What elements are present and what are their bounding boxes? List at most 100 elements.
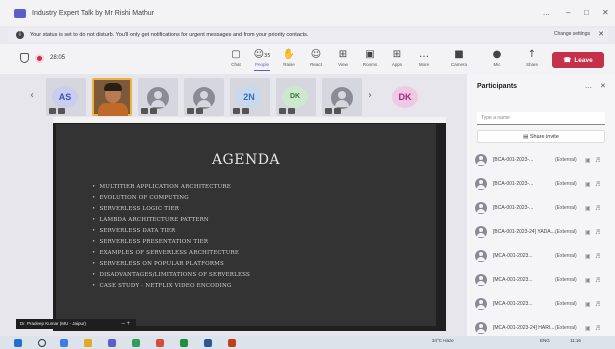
participant-tile[interactable]: AS [46, 78, 86, 116]
banner-close-button[interactable]: ✕ [598, 30, 604, 38]
share-invite-icon: ▤ [523, 134, 530, 140]
participant-row[interactable]: [MCA-001-2023... (External) ▣ ♬ [475, 246, 613, 266]
participant-tile[interactable]: 2N [230, 78, 270, 116]
share-invite-button[interactable]: ▤ Share invite [477, 130, 605, 143]
mic-off-icon: ♬ [595, 204, 601, 212]
shared-screen: AGENDA MULTITIER APPLICATION ARCHITECTUR… [53, 117, 446, 331]
window-maximize-button[interactable]: □ [584, 8, 589, 17]
meeting-timer: 28:05 [50, 55, 66, 61]
dnd-banner: i Your status is set to do not disturb. … [8, 28, 608, 42]
participant-strip: ‹ AS 2N DK › DK [30, 76, 430, 118]
mic-off-icon: ♬ [595, 228, 601, 236]
participant-row[interactable]: [BCA-001-2023-... (External) ▣ ♬ [475, 198, 613, 218]
react-button[interactable]: ☺ React [304, 48, 328, 67]
rooms-button[interactable]: ▣ Rooms [358, 48, 382, 67]
window-minimize-button[interactable]: – [566, 8, 570, 17]
participant-tile[interactable] [138, 78, 178, 116]
camera-off-icon: ▣ [585, 300, 591, 308]
window-more-button[interactable]: ... [543, 8, 550, 17]
agenda-item: DISADVANTAGES/LIMITATIONS OF SERVERLESS [92, 270, 250, 281]
teams-logo-icon [14, 8, 26, 18]
taskbar-app-icon[interactable] [228, 339, 236, 347]
phone-icon: ☎ [563, 57, 572, 64]
apps-button[interactable]: ⊞ Apps [385, 48, 409, 67]
strip-prev-icon[interactable]: ‹ [30, 90, 34, 101]
participant-tile[interactable]: DK [386, 78, 426, 116]
taskbar-app-icon[interactable] [204, 339, 212, 347]
search-icon[interactable] [38, 339, 46, 347]
leave-button[interactable]: ☎ Leave [552, 52, 604, 68]
person-icon [147, 87, 169, 109]
presentation-slide: AGENDA MULTITIER APPLICATION ARCHITECTUR… [56, 124, 436, 326]
banner-message: Your status is set to do not disturb. Yo… [30, 32, 309, 38]
chat-button[interactable]: ▢ Chat [224, 48, 248, 67]
camera-off-icon: ■ [454, 49, 464, 60]
participant-row[interactable]: [MCA-001-2023-24] HARI... (External) ▣ ♬ [475, 318, 613, 338]
teams-icon[interactable] [108, 339, 116, 347]
mic-off-icon: ♬ [595, 300, 601, 308]
camera-off-icon: ▣ [585, 180, 591, 188]
agenda-item: SERVERLESS ON POPULAR PLATFORMS [92, 259, 250, 270]
participant-row[interactable]: [MCA-001-2023... (External) ▣ ♬ [475, 270, 613, 290]
info-icon: i [16, 31, 24, 39]
taskbar-app-icon[interactable] [180, 339, 188, 347]
panel-close-icon[interactable]: ✕ [600, 82, 606, 90]
chat-icon: ▢ [231, 49, 241, 60]
person-icon [475, 250, 487, 262]
agenda-item: EVOLUTION OF COMPUTING [92, 193, 250, 204]
window-title: Industry Expert Talk by Mr Rishi Mathur [32, 9, 155, 17]
taskbar-app-icon[interactable] [60, 339, 68, 347]
participant-search-input[interactable]: Type a name [477, 112, 605, 125]
person-video [98, 103, 128, 116]
mic-off-icon: ♬ [595, 252, 601, 260]
camera-off-icon: ▣ [585, 156, 591, 164]
presenter-video-tile[interactable] [92, 78, 132, 116]
windows-start-icon[interactable] [14, 339, 22, 347]
windows-taskbar: 34°C Haze ENG 11:16 [0, 336, 615, 349]
taskbar-app-icon[interactable] [156, 339, 164, 347]
meeting-toolbar: 28:05 ▢ Chat ☺35 People ✋ Raise ☺ React … [0, 44, 615, 74]
ellipsis-icon: … [419, 49, 429, 60]
participant-row[interactable]: [BCA-001-2023-... (External) ▣ ♬ [475, 150, 613, 170]
language-indicator[interactable]: ENG [540, 338, 550, 343]
participant-row[interactable]: [BCA-001-2023-24] YADA... (External) ▣ ♬ [475, 222, 613, 242]
person-icon [475, 154, 487, 166]
person-icon [331, 87, 353, 109]
camera-off-icon: ▣ [585, 252, 591, 260]
clock[interactable]: 11:16 [570, 338, 581, 343]
participant-tile[interactable] [184, 78, 224, 116]
person-icon [475, 226, 487, 238]
participant-tile[interactable]: DK [276, 78, 316, 116]
grid-icon: ⊞ [338, 49, 348, 60]
mic-button[interactable]: ● Mic [485, 48, 509, 67]
mic-off-icon: ♬ [595, 276, 601, 284]
view-button[interactable]: ⊞ View [331, 48, 355, 67]
camera-off-icon: ▣ [585, 204, 591, 212]
agenda-item: SERVERLESS LOGIC TIER [92, 204, 250, 215]
panel-more-icon[interactable]: … [585, 82, 592, 90]
more-button[interactable]: … More [412, 48, 436, 67]
initials-avatar: 2N [236, 86, 262, 108]
initials-avatar: AS [52, 86, 78, 108]
window-close-button[interactable]: ✕ [602, 8, 609, 17]
presenter-controls[interactable]: – + [121, 319, 130, 329]
change-settings-button[interactable]: Change settings [554, 31, 590, 37]
meeting-stage: ‹ AS 2N DK › DK AGENDA • MULTITIER APPLI… [0, 74, 467, 336]
agenda-item: SERVERLESS PRESENTATION TIER [92, 237, 250, 248]
participant-row[interactable]: [MCA-001-2023... (External) ▣ ♬ [475, 294, 613, 314]
recording-icon [35, 53, 44, 63]
share-button[interactable]: ↑ Share [520, 48, 544, 67]
share-icon: ↑ [527, 49, 537, 60]
camera-button[interactable]: ■ Camera [447, 48, 471, 67]
strip-next-icon[interactable]: › [368, 90, 372, 101]
weather-widget[interactable]: 34°C Haze [432, 338, 454, 343]
agenda-item: LAMBDA ARCHITECTURE PATTERN [92, 215, 250, 226]
raise-hand-button[interactable]: ✋ Raise [277, 48, 301, 67]
participant-tile[interactable] [322, 78, 362, 116]
person-icon [475, 178, 487, 190]
participant-row[interactable]: [BCA-001-2023-... (External) ▣ ♬ [475, 174, 613, 194]
folder-icon[interactable] [84, 339, 92, 347]
people-button[interactable]: ☺35 People [250, 48, 274, 71]
agenda-item: MULTITIER APPLICATION ARCHITECTURE [92, 182, 250, 193]
taskbar-app-icon[interactable] [132, 339, 140, 347]
